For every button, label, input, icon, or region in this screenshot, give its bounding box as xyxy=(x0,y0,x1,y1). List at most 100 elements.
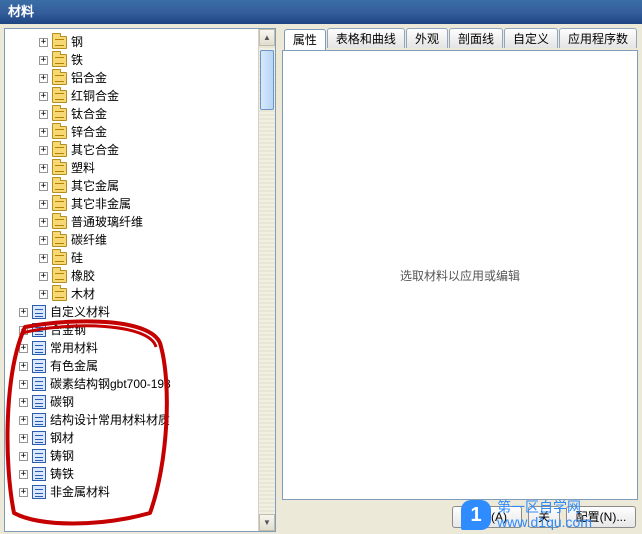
expand-icon[interactable]: + xyxy=(19,308,28,317)
expand-icon[interactable]: + xyxy=(19,380,28,389)
tree-item[interactable]: +铸钢 xyxy=(9,447,258,465)
tab-3[interactable]: 剖面线 xyxy=(449,28,503,48)
tree-item[interactable]: +有色金属 xyxy=(9,357,258,375)
expand-icon[interactable]: + xyxy=(39,110,48,119)
folder-icon xyxy=(52,54,67,67)
scroll-track[interactable] xyxy=(259,46,275,514)
close-button[interactable]: 关 xyxy=(528,506,560,528)
scroll-thumb[interactable] xyxy=(260,50,274,110)
pane-placeholder: 选取材料以应用或编辑 xyxy=(400,267,520,284)
tree-item[interactable]: + 钢材 xyxy=(9,429,258,447)
tree-item[interactable]: + 非金属材料 xyxy=(9,483,258,501)
tree-item-label: 钢材 xyxy=(50,429,74,447)
expand-icon[interactable]: + xyxy=(39,182,48,191)
expand-icon[interactable]: + xyxy=(39,74,48,83)
client-area: +钢+铁+铝合金+红铜合金+钛合金+锌合金+其它合金+塑料+其它金属+其它非金属… xyxy=(0,24,642,534)
tree-item-label: 硅 xyxy=(71,249,83,267)
tree-item[interactable]: +合金钢 xyxy=(9,321,258,339)
tree-item[interactable]: +碳纤维 xyxy=(9,231,258,249)
tree-item-label: 自定义材料 xyxy=(50,303,110,321)
material-tree[interactable]: +钢+铁+铝合金+红铜合金+钛合金+锌合金+其它合金+塑料+其它金属+其它非金属… xyxy=(5,29,258,531)
tree-panel: +钢+铁+铝合金+红铜合金+钛合金+锌合金+其它合金+塑料+其它金属+其它非金属… xyxy=(4,28,276,532)
expand-icon[interactable]: + xyxy=(39,92,48,101)
tree-item[interactable]: + 铸铁 xyxy=(9,465,258,483)
tree-item-label: 橡胶 xyxy=(71,267,95,285)
tree-item[interactable]: +结构设计常用材料材质 xyxy=(9,411,258,429)
expand-icon[interactable]: + xyxy=(19,326,28,335)
tree-item[interactable]: +硅 xyxy=(9,249,258,267)
expand-icon[interactable]: + xyxy=(39,218,48,227)
tree-item-label: 锌合金 xyxy=(71,123,107,141)
expand-icon[interactable]: + xyxy=(39,56,48,65)
expand-icon[interactable]: + xyxy=(39,236,48,245)
tree-item[interactable]: +木材 xyxy=(9,285,258,303)
tree-item[interactable]: + 碳素结构钢gbt700-198 xyxy=(9,375,258,393)
expand-icon[interactable]: + xyxy=(19,416,28,425)
tree-item[interactable]: + 其它非金属 xyxy=(9,195,258,213)
tab-bar: 属性表格和曲线外观剖面线自定义应用程序数 xyxy=(282,28,638,50)
detail-pane: 选取材料以应用或编辑 xyxy=(282,50,638,500)
tree-item[interactable]: + 自定义材料 xyxy=(9,303,258,321)
list-icon xyxy=(32,305,46,319)
folder-icon xyxy=(52,108,67,121)
tree-item[interactable]: +常用材料 xyxy=(9,339,258,357)
scroll-down-button[interactable]: ▼ xyxy=(259,514,275,531)
expand-icon[interactable]: + xyxy=(39,290,48,299)
tree-item-label: 铁 xyxy=(71,51,83,69)
folder-icon xyxy=(52,234,67,247)
tree-item-label: 非金属材料 xyxy=(50,483,110,501)
tab-0[interactable]: 属性 xyxy=(284,29,326,50)
tree-item-label: 钛合金 xyxy=(71,105,107,123)
tree-scrollbar[interactable]: ▲ ▼ xyxy=(258,29,275,531)
tree-item-label: 塑料 xyxy=(71,159,95,177)
list-icon xyxy=(32,485,46,499)
expand-icon[interactable]: + xyxy=(19,434,28,443)
tree-item[interactable]: + 橡胶 xyxy=(9,267,258,285)
expand-icon[interactable]: + xyxy=(39,128,48,137)
window-titlebar[interactable]: 材料 xyxy=(0,0,642,24)
tab-4[interactable]: 自定义 xyxy=(504,28,558,48)
tree-item[interactable]: +普通玻璃纤维 xyxy=(9,213,258,231)
tree-item[interactable]: +铝合金 xyxy=(9,69,258,87)
tree-item[interactable]: + 碳钢 xyxy=(9,393,258,411)
expand-icon[interactable]: + xyxy=(19,344,28,353)
tab-5[interactable]: 应用程序数 xyxy=(559,28,637,48)
tree-item[interactable]: + 红铜合金 xyxy=(9,87,258,105)
tab-2[interactable]: 外观 xyxy=(406,28,448,48)
folder-icon xyxy=(52,144,67,157)
expand-icon[interactable]: + xyxy=(39,38,48,47)
configure-button[interactable]: 配置(N)... xyxy=(566,506,636,528)
tree-item-label: 碳钢 xyxy=(50,393,74,411)
detail-panel: 属性表格和曲线外观剖面线自定义应用程序数 选取材料以应用或编辑 应用(A) 关 … xyxy=(282,28,638,532)
apply-button[interactable]: 应用(A) xyxy=(452,506,522,528)
tree-item-label: 碳素结构钢gbt700-198 xyxy=(50,375,171,393)
tab-1[interactable]: 表格和曲线 xyxy=(327,28,405,48)
expand-icon[interactable]: + xyxy=(19,362,28,371)
folder-icon xyxy=(52,198,67,211)
tree-item-label: 其它合金 xyxy=(71,141,119,159)
tree-item-label: 红铜合金 xyxy=(71,87,119,105)
tree-item[interactable]: +其它金属 xyxy=(9,177,258,195)
tree-item-label: 钢 xyxy=(71,33,83,51)
expand-icon[interactable]: + xyxy=(19,398,28,407)
list-icon xyxy=(32,467,46,481)
tree-item[interactable]: + 其它合金 xyxy=(9,141,258,159)
expand-icon[interactable]: + xyxy=(19,488,28,497)
tree-item[interactable]: +钢 xyxy=(9,33,258,51)
tree-item[interactable]: +铁 xyxy=(9,51,258,69)
list-icon xyxy=(32,395,46,409)
expand-icon[interactable]: + xyxy=(19,452,28,461)
scroll-up-button[interactable]: ▲ xyxy=(259,29,275,46)
tree-item-label: 铸铁 xyxy=(50,465,74,483)
expand-icon[interactable]: + xyxy=(39,146,48,155)
expand-icon[interactable]: + xyxy=(39,164,48,173)
expand-icon[interactable]: + xyxy=(19,470,28,479)
expand-icon[interactable]: + xyxy=(39,272,48,281)
list-icon xyxy=(32,413,46,427)
tree-item-label: 其它非金属 xyxy=(71,195,131,213)
tree-item[interactable]: + 锌合金 xyxy=(9,123,258,141)
tree-item[interactable]: + 钛合金 xyxy=(9,105,258,123)
expand-icon[interactable]: + xyxy=(39,254,48,263)
tree-item[interactable]: + 塑料 xyxy=(9,159,258,177)
expand-icon[interactable]: + xyxy=(39,200,48,209)
